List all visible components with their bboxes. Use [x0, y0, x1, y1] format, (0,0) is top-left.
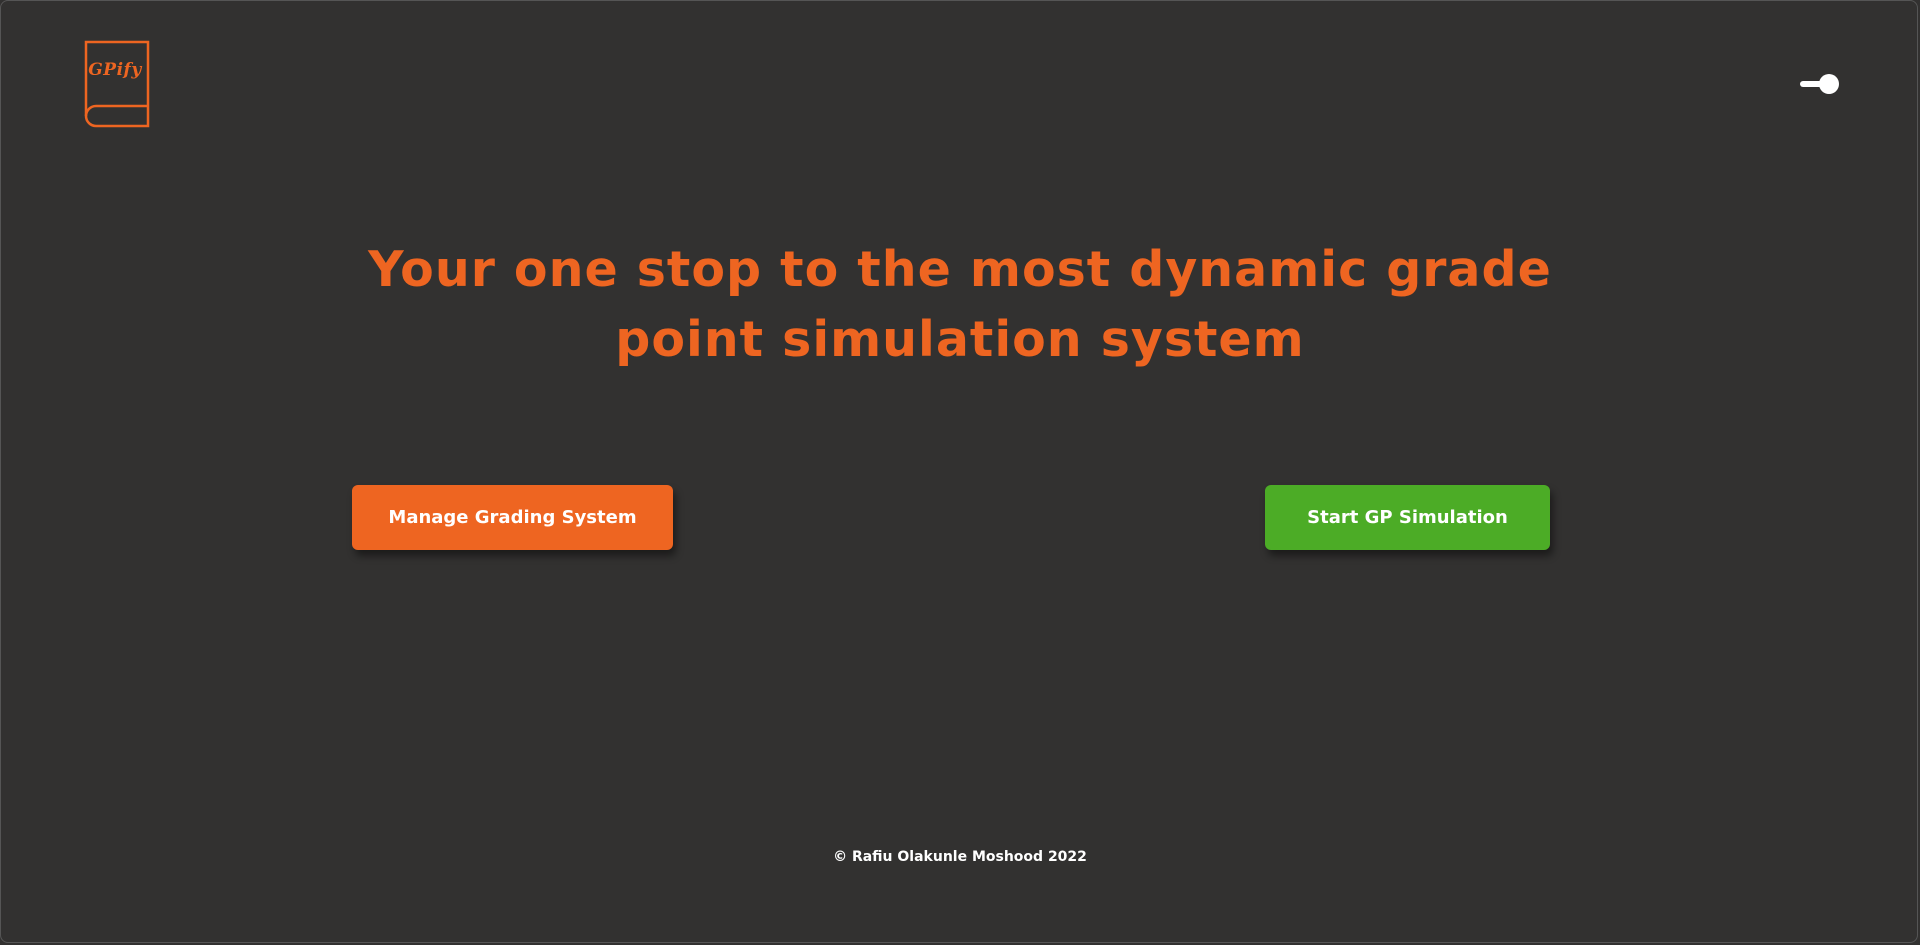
- footer-copyright: © Rafiu Olakunle Moshood 2022: [833, 849, 1087, 865]
- book-icon: [84, 40, 150, 128]
- hero-headline: Your one stop to the most dynamic grade …: [368, 241, 1552, 368]
- logo[interactable]: GPify: [80, 40, 150, 128]
- theme-toggle[interactable]: [1798, 73, 1842, 95]
- page-frame: [0, 0, 1918, 943]
- logo-text: GPify: [88, 60, 142, 80]
- manage-grading-system-button[interactable]: Manage Grading System: [352, 485, 673, 550]
- toggle-knob: [1819, 74, 1839, 94]
- start-gp-simulation-button[interactable]: Start GP Simulation: [1265, 485, 1550, 550]
